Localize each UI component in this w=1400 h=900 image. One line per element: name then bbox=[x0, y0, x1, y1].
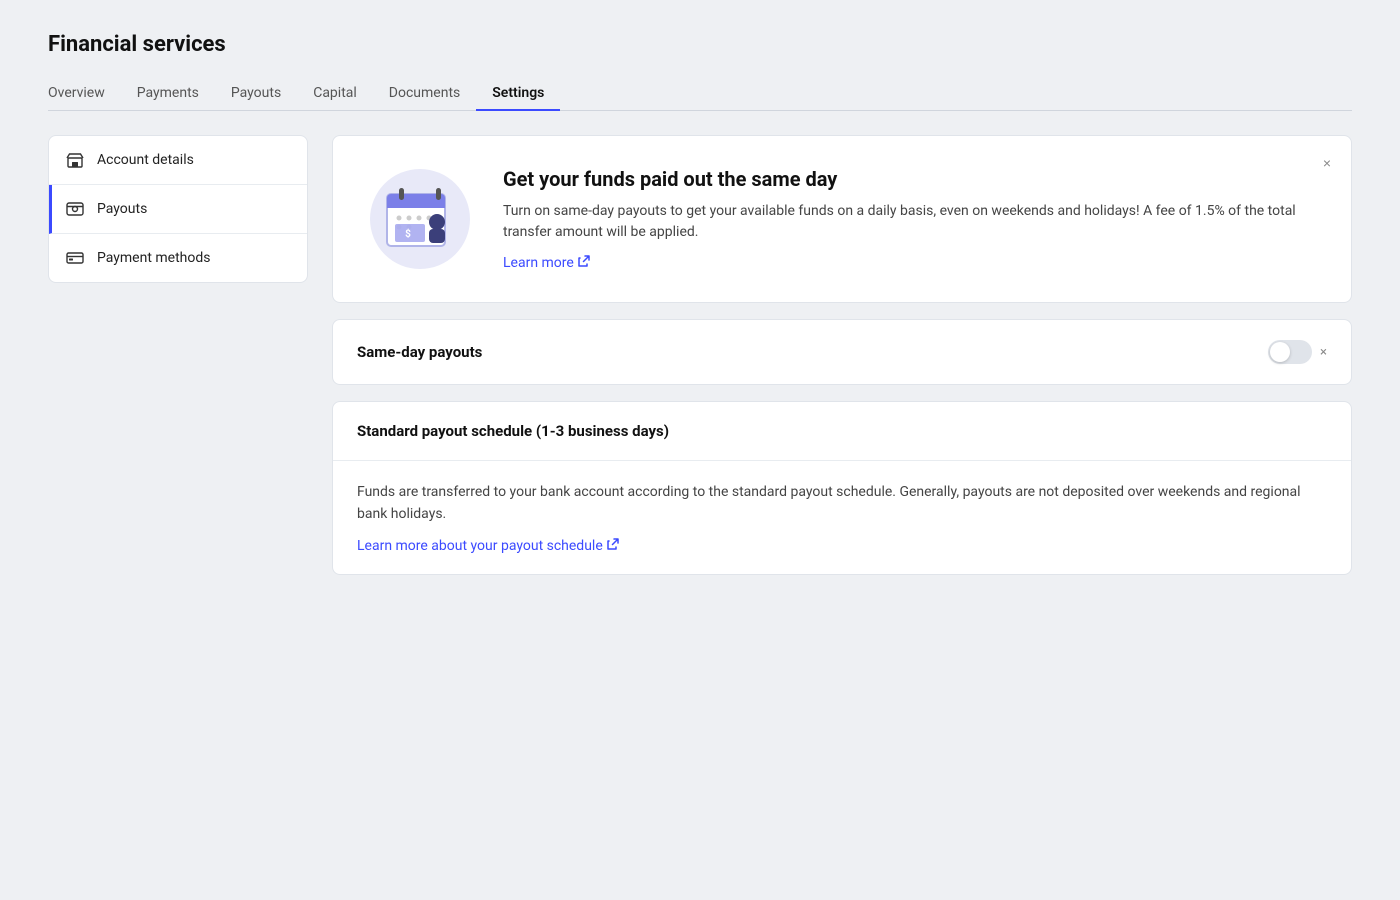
promo-title: Get your funds paid out the same day bbox=[503, 167, 1319, 191]
payouts-icon bbox=[65, 199, 85, 219]
promo-card: × bbox=[332, 135, 1352, 303]
sidebar-item-payouts[interactable]: Payouts bbox=[49, 185, 307, 234]
nav-item-payouts[interactable]: Payouts bbox=[215, 77, 297, 111]
toggle-knob bbox=[1270, 342, 1290, 362]
nav-item-settings[interactable]: Settings bbox=[476, 77, 560, 111]
same-day-payouts-close[interactable]: × bbox=[1320, 345, 1327, 360]
content-area: × bbox=[332, 135, 1352, 575]
learn-more-payout-schedule-link[interactable]: Learn more about your payout schedule bbox=[357, 538, 619, 554]
payment-methods-icon bbox=[65, 248, 85, 268]
svg-text:$: $ bbox=[405, 227, 411, 240]
external-link-icon bbox=[578, 255, 590, 271]
promo-text: Get your funds paid out the same day Tur… bbox=[503, 167, 1319, 271]
sidebar-item-account-details[interactable]: Account details bbox=[49, 136, 307, 185]
promo-illustration: $ bbox=[365, 164, 475, 274]
nav-item-documents[interactable]: Documents bbox=[373, 77, 476, 111]
standard-payout-header: Standard payout schedule (1-3 business d… bbox=[333, 402, 1351, 460]
promo-close-button[interactable]: × bbox=[1319, 152, 1335, 174]
sidebar-payouts-label: Payouts bbox=[97, 201, 147, 217]
external-link-icon-2 bbox=[607, 538, 619, 554]
same-day-payouts-card: Same-day payouts × bbox=[332, 319, 1352, 385]
nav-item-overview[interactable]: Overview bbox=[48, 77, 121, 111]
sidebar: Account details Payouts bbox=[48, 135, 308, 575]
same-day-payouts-header: Same-day payouts × bbox=[333, 320, 1351, 384]
learn-more-link[interactable]: Learn more bbox=[503, 255, 590, 271]
sidebar-account-details-label: Account details bbox=[97, 152, 194, 168]
store-icon bbox=[65, 150, 85, 170]
same-day-payouts-title: Same-day payouts bbox=[357, 343, 482, 361]
promo-description: Turn on same-day payouts to get your ava… bbox=[503, 201, 1319, 243]
standard-payout-title: Standard payout schedule (1-3 business d… bbox=[357, 422, 669, 440]
page-title: Financial services bbox=[48, 32, 1352, 57]
sidebar-payment-methods-label: Payment methods bbox=[97, 250, 210, 266]
main-layout: Account details Payouts bbox=[48, 135, 1352, 575]
standard-payout-description: Funds are transferred to your bank accou… bbox=[357, 481, 1327, 526]
nav-item-payments[interactable]: Payments bbox=[121, 77, 215, 111]
toggle-container: × bbox=[1268, 340, 1327, 364]
same-day-payouts-toggle[interactable] bbox=[1268, 340, 1312, 364]
top-nav: Overview Payments Payouts Capital Docume… bbox=[48, 77, 1352, 111]
sidebar-item-payment-methods[interactable]: Payment methods bbox=[49, 234, 307, 282]
standard-payout-body: Funds are transferred to your bank accou… bbox=[333, 461, 1351, 574]
standard-payout-card: Standard payout schedule (1-3 business d… bbox=[332, 401, 1352, 575]
nav-item-capital[interactable]: Capital bbox=[297, 77, 373, 111]
sidebar-card: Account details Payouts bbox=[48, 135, 308, 283]
